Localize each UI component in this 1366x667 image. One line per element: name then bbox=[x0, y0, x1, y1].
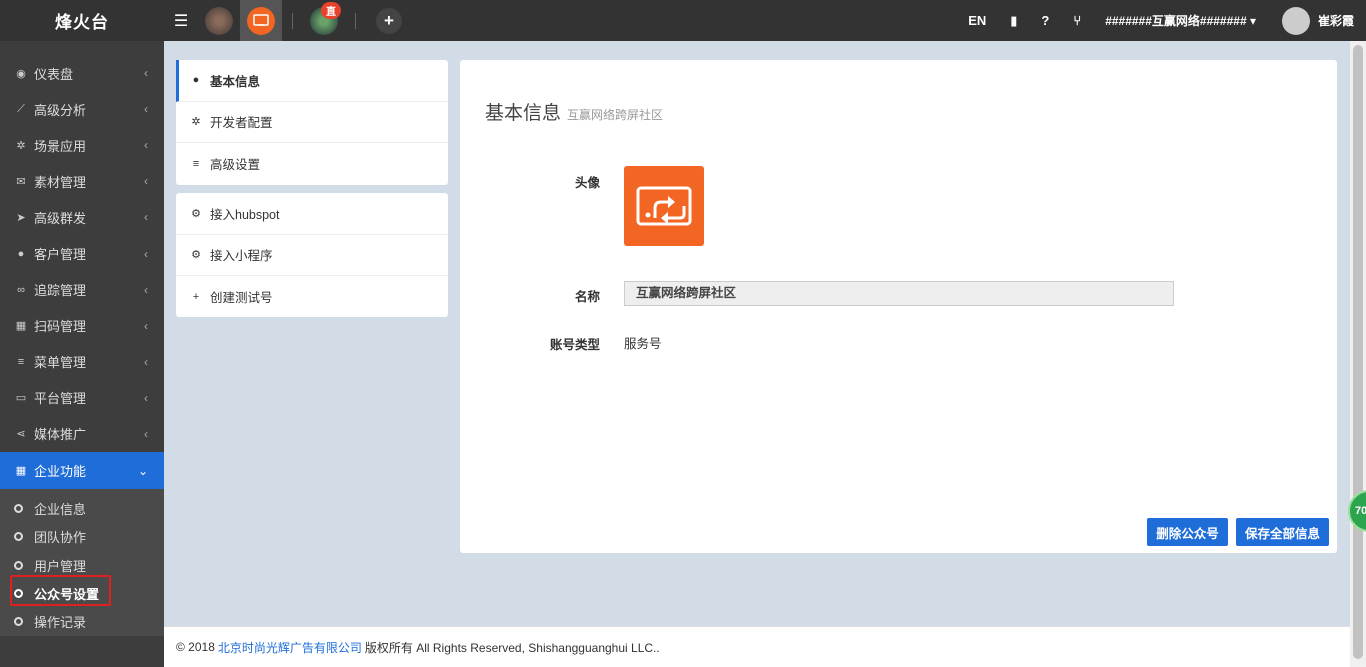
chevron-down-icon: ⌄ bbox=[137, 463, 148, 478]
name-field[interactable]: 互赢网络跨屏社区 bbox=[624, 281, 1174, 306]
chevron-left-icon: ‹ bbox=[144, 318, 148, 333]
live-badge: 直 bbox=[321, 2, 341, 19]
avatar[interactable] bbox=[1281, 6, 1310, 35]
settings-menu-secondary: ⚙ 接入hubspot ⚙ 接入小程序 + 创建测试号 bbox=[176, 193, 448, 317]
settings-item-miniprogram[interactable]: ⚙ 接入小程序 bbox=[176, 235, 448, 277]
sidebar-item-enterprise[interactable]: ▦ 企业功能 ⌄ bbox=[0, 452, 164, 490]
gear-icon: ✲ bbox=[16, 139, 26, 152]
chevron-left-icon: ‹ bbox=[144, 282, 148, 297]
settings-item-hubspot[interactable]: ⚙ 接入hubspot bbox=[176, 193, 448, 235]
line-chart-icon: ⟋ bbox=[17, 102, 25, 115]
sidebar-item-promotion[interactable]: ⋖ 媒体推广 ‹ bbox=[0, 416, 164, 452]
settings-item-developer[interactable]: ✲ 开发者配置 bbox=[176, 102, 448, 144]
add-app-button[interactable]: + bbox=[376, 7, 402, 34]
chevron-left-icon: ‹ bbox=[144, 210, 148, 225]
highlight-box bbox=[10, 575, 111, 606]
chevron-left-icon: ‹ bbox=[144, 174, 148, 189]
settings-item-test-account[interactable]: + 创建测试号 bbox=[176, 276, 448, 318]
cross-screen-app-icon bbox=[247, 6, 275, 35]
language-toggle[interactable]: EN bbox=[956, 13, 998, 28]
sidebar-item-analytics[interactable]: ⟋ 高级分析 ‹ bbox=[0, 91, 164, 127]
footer: © 2018 北京时尚光辉广告有限公司 版权所有 All Rights Rese… bbox=[164, 626, 1350, 667]
settings-menu-primary: ● 基本信息 ✲ 开发者配置 ≡ 高级设置 bbox=[176, 60, 448, 185]
list-icon: ≡ bbox=[17, 355, 25, 368]
circle-icon bbox=[14, 503, 23, 513]
sidebar-item-menu[interactable]: ≡ 菜单管理 ‹ bbox=[0, 344, 164, 380]
scrollbar-thumb[interactable] bbox=[1353, 45, 1363, 659]
cross-screen-logo-icon bbox=[636, 186, 692, 226]
basic-info-panel: 基本信息 互赢网络跨屏社区 头像 名称 互赢网络跨屏社区 账号类型 服务号 删除公… bbox=[460, 60, 1337, 553]
app-switch-live[interactable]: 直 bbox=[303, 0, 345, 41]
name-label: 名称 bbox=[574, 290, 600, 304]
plus-icon: + bbox=[192, 290, 200, 303]
grid-icon: ▦ bbox=[15, 465, 27, 478]
cogs-icon: ⚙ bbox=[191, 249, 201, 262]
enterprise-submenu: 企业信息 团队协作 用户管理 公众号设置 操作记录 bbox=[0, 489, 164, 636]
link-icon: ∞ bbox=[17, 283, 25, 296]
chevron-left-icon: ‹ bbox=[144, 138, 148, 153]
user-icon: ● bbox=[17, 247, 25, 260]
page-subtitle: 互赢网络跨屏社区 bbox=[567, 108, 664, 122]
qrcode-icon: ▦ bbox=[15, 320, 27, 333]
account-type-value: 服务号 bbox=[624, 337, 662, 351]
circle-icon bbox=[14, 532, 23, 542]
chevron-left-icon: ‹ bbox=[144, 102, 148, 117]
delete-account-button[interactable]: 删除公众号 bbox=[1147, 518, 1228, 546]
page-title: 基本信息 互赢网络跨屏社区 bbox=[485, 103, 664, 124]
settings-item-basic[interactable]: ● 基本信息 bbox=[176, 60, 448, 102]
account-type-label: 账号类型 bbox=[549, 338, 600, 352]
envelope-icon: ✉ bbox=[16, 175, 26, 188]
book-icon[interactable]: ▮ bbox=[998, 13, 1029, 29]
chevron-left-icon: ‹ bbox=[144, 246, 148, 261]
app-switch-1[interactable] bbox=[198, 0, 240, 41]
avatar-label: 头像 bbox=[574, 176, 600, 190]
share-icon: ⋖ bbox=[16, 428, 26, 441]
divider bbox=[292, 12, 293, 29]
chevron-left-icon: ‹ bbox=[144, 390, 148, 405]
circle-icon bbox=[14, 617, 23, 627]
copyright-prefix: © 2018 bbox=[176, 640, 215, 654]
account-avatar-image[interactable] bbox=[624, 166, 704, 246]
chevron-left-icon: ‹ bbox=[144, 66, 148, 81]
monitor-icon: ▭ bbox=[15, 392, 27, 405]
user-icon: ● bbox=[192, 74, 200, 87]
sidebar-item-customers[interactable]: ● 客户管理 ‹ bbox=[0, 235, 164, 271]
branch-icon[interactable]: ⑂ bbox=[1061, 13, 1093, 28]
sidebar-item-platform[interactable]: ▭ 平台管理 ‹ bbox=[0, 380, 164, 416]
save-all-button[interactable]: 保存全部信息 bbox=[1236, 518, 1329, 546]
submenu-item-logs[interactable]: 操作记录 bbox=[0, 608, 164, 636]
sidebar-item-scenes[interactable]: ✲ 场景应用 ‹ bbox=[0, 127, 164, 163]
sidebar: ◉ 仪表盘 ‹ ⟋ 高级分析 ‹ ✲ 场景应用 ‹ ✉ 素材管理 ‹ ➤ 高级群发 ‹ ● 客户管理 ‹… bbox=[0, 41, 164, 667]
submenu-item-company-info[interactable]: 企业信息 bbox=[0, 494, 164, 522]
chevron-left-icon: ‹ bbox=[144, 354, 148, 369]
circle-icon bbox=[14, 560, 23, 570]
top-right-menu: EN ▮ ? ⑂ #######互赢网络####### ▾ 崔彩霞 bbox=[956, 0, 1366, 41]
cogs-icon: ⚙ bbox=[191, 207, 201, 220]
menu-toggle-icon[interactable]: ☰ bbox=[164, 0, 198, 41]
sidebar-item-broadcast[interactable]: ➤ 高级群发 ‹ bbox=[0, 199, 164, 235]
brand-logo[interactable]: 烽火台 bbox=[0, 0, 164, 41]
company-link[interactable]: 北京时尚光辉广告有限公司 bbox=[218, 639, 362, 656]
dashboard-icon: ◉ bbox=[16, 67, 26, 80]
divider bbox=[355, 12, 356, 29]
settings-item-advanced[interactable]: ≡ 高级设置 bbox=[176, 143, 448, 185]
account-dropdown[interactable]: #######互赢网络####### ▾ bbox=[1093, 12, 1268, 29]
page-scrollbar[interactable] bbox=[1350, 41, 1366, 667]
app-switch-2[interactable] bbox=[240, 0, 282, 41]
sidebar-item-materials[interactable]: ✉ 素材管理 ‹ bbox=[0, 163, 164, 199]
copyright-suffix: 版权所有 All Rights Reserved, Shishangguangh… bbox=[364, 640, 660, 655]
list-icon: ≡ bbox=[192, 157, 200, 170]
app-avatar-icon bbox=[205, 6, 233, 35]
sidebar-item-dashboard[interactable]: ◉ 仪表盘 ‹ bbox=[0, 55, 164, 91]
help-icon[interactable]: ? bbox=[1029, 13, 1061, 28]
gear-icon: ✲ bbox=[191, 116, 201, 129]
sidebar-item-tracking[interactable]: ∞ 追踪管理 ‹ bbox=[0, 272, 164, 308]
top-navbar: 烽火台 ☰ 直 + EN ▮ ? ⑂ #######互赢网络####### ▾ … bbox=[0, 0, 1366, 41]
submenu-item-team[interactable]: 团队协作 bbox=[0, 522, 164, 550]
sidebar-item-qrcode[interactable]: ▦ 扫码管理 ‹ bbox=[0, 308, 164, 344]
user-name[interactable]: 崔彩霞 bbox=[1310, 12, 1366, 29]
send-icon: ➤ bbox=[16, 211, 26, 224]
chevron-left-icon: ‹ bbox=[144, 426, 148, 441]
